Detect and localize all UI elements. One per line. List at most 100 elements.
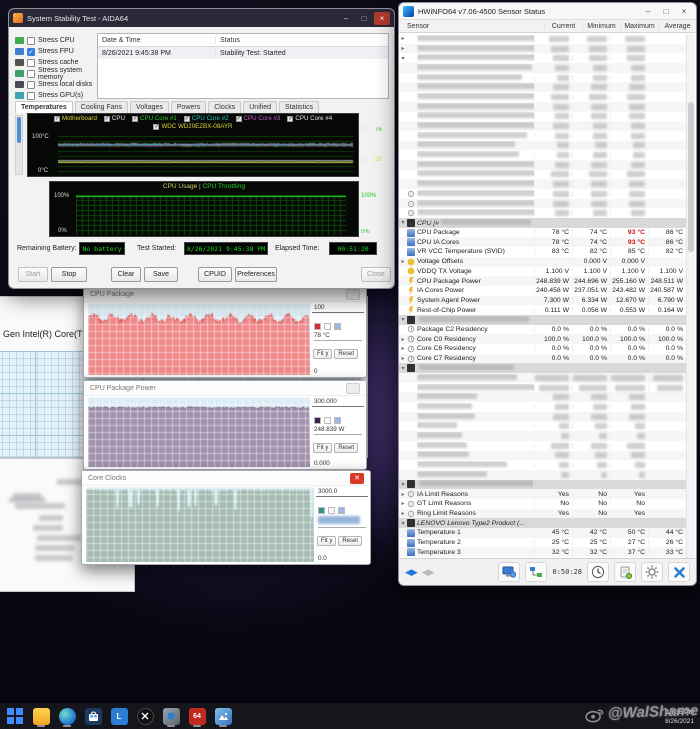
sensor-row[interactable]: ▸ [399, 44, 686, 54]
sensor-row[interactable] [399, 470, 686, 480]
sensor-row[interactable] [399, 170, 686, 180]
legend-item[interactable]: ✓WDC WD20EZBX-08AYR [153, 123, 232, 130]
sensor-row[interactable] [399, 102, 686, 112]
sensor-row[interactable]: Temperature 332 °C32 °C37 °C33 °C [399, 547, 686, 557]
taskbar-icon-lenovo[interactable]: L [106, 704, 132, 728]
hwinfo-scrollbar[interactable] [686, 34, 695, 558]
scrollbar-thumb[interactable] [688, 102, 694, 252]
legend-checkbox[interactable]: ✓ [236, 116, 242, 122]
stress-option-stress-system-memory[interactable]: Stress system memory [15, 68, 99, 79]
sensor-row[interactable] [399, 441, 686, 451]
sensor-row[interactable] [399, 373, 686, 383]
preferences-button[interactable]: Preferences [235, 267, 277, 282]
sensor-row[interactable]: Package C2 Residency0.0 %0.0 %0.0 %0.0 % [399, 325, 686, 335]
minimize-icon[interactable]: – [640, 5, 656, 18]
tab-powers[interactable]: Powers [171, 101, 206, 113]
sensor-row[interactable] [399, 412, 686, 422]
tab-statistics[interactable]: Statistics [279, 101, 319, 113]
stress-option-stress-local-disks[interactable]: Stress local disks [15, 79, 99, 90]
reset-button[interactable]: Reset [334, 349, 358, 359]
expand-icon[interactable]: ▸ [399, 35, 407, 42]
expand-icon[interactable]: ▾ [399, 316, 407, 323]
sensor-row[interactable] [399, 179, 686, 189]
expand-icon[interactable]: ▸ [399, 491, 407, 498]
graph-scrollbar[interactable] [15, 115, 23, 175]
sensor-row[interactable]: System Agent Power7.300 W6.334 W12.670 W… [399, 296, 686, 306]
stress-option-stress-cpu[interactable]: Stress CPU [15, 35, 99, 46]
sensor-row[interactable] [399, 141, 686, 151]
sensor-row[interactable] [399, 208, 686, 218]
network-share-icon[interactable] [525, 562, 547, 582]
expand-icon[interactable]: ▾ [399, 520, 407, 527]
legend-checkbox[interactable]: ✓ [54, 116, 60, 122]
stop-button[interactable]: Stop [51, 267, 87, 282]
color-swatches[interactable] [318, 507, 366, 514]
sensor-row[interactable]: ▸Ring Limit ReasonsYesNoYes [399, 509, 686, 519]
sensor-row[interactable]: CPU Package Power248.839 W244.696 W255.1… [399, 276, 686, 286]
sensor-row[interactable] [399, 63, 686, 73]
sensor-row[interactable]: ▸Voltage Offsets0.000 V0.000 V [399, 257, 686, 267]
stress-checkbox[interactable] [27, 59, 35, 67]
sensor-row[interactable]: Temperature 145 °C42 °C50 °C44 °C [399, 528, 686, 538]
taskbar-icon-hwinfo[interactable] [158, 704, 184, 728]
sensor-row[interactable] [399, 131, 686, 141]
maximize-icon[interactable]: □ [356, 12, 372, 25]
reset-button[interactable]: Reset [334, 443, 358, 453]
sensor-row[interactable] [399, 189, 686, 199]
maximize-icon[interactable]: □ [658, 5, 674, 18]
expand-icon[interactable]: ▾ [399, 481, 407, 488]
legend-item[interactable]: ✓Motherboard [54, 115, 97, 122]
expand-icon[interactable]: ▸ [399, 500, 407, 507]
column-header-average[interactable]: Average [658, 23, 696, 30]
clear-button[interactable]: Clear [111, 267, 141, 282]
graph-window-core-clocks[interactable]: Core Clocks✕3000.0Fit yReset0.0 [81, 470, 371, 565]
tab-clocks[interactable]: Clocks [208, 101, 241, 113]
settings-gear-icon[interactable] [641, 562, 663, 582]
expand-icon[interactable]: ▸ [399, 258, 407, 265]
expand-icon[interactable]: ▾ [399, 55, 407, 62]
sensor-row[interactable]: CPU IA Cores78 °C74 °C93 °C86 °C [399, 237, 686, 247]
legend-checkbox[interactable]: ✓ [153, 124, 159, 130]
tab-unified[interactable]: Unified [243, 101, 277, 113]
sensor-row[interactable]: ▸GT Limit ReasonsNoNoNo [399, 499, 686, 509]
sensor-row[interactable] [399, 451, 686, 461]
stress-checkbox[interactable] [27, 92, 35, 100]
expand-icon[interactable]: ▾ [399, 219, 407, 226]
legend-checkbox[interactable]: ✓ [287, 116, 293, 122]
expand-icon[interactable]: ▸ [399, 336, 407, 343]
stress-checkbox[interactable] [27, 37, 35, 45]
color-swatch[interactable] [334, 323, 341, 330]
color-swatch[interactable] [324, 323, 331, 330]
column-header-minimum[interactable]: Minimum [582, 23, 620, 30]
remote-monitor-icon[interactable] [498, 562, 520, 582]
sensor-row[interactable] [399, 92, 686, 102]
stability-log-table[interactable]: Date & Time Status 8/26/2021 9:45:38 PM … [97, 33, 389, 99]
column-header-maximum[interactable]: Maximum [620, 23, 658, 30]
sensor-row[interactable]: Rest-of-Chip Power0.111 W0.056 W0.553 W0… [399, 305, 686, 315]
sensor-row[interactable]: ▸Core C6 Residency0.0 %0.0 %0.0 %0.0 % [399, 344, 686, 354]
stress-checkbox[interactable]: ✓ [27, 48, 35, 56]
reset-button[interactable]: Reset [338, 536, 362, 546]
sensor-row[interactable] [399, 392, 686, 402]
legend-item[interactable]: ✓CPU Core #2 [184, 115, 229, 122]
fit-y-button[interactable]: Fit y [313, 443, 332, 453]
legend-checkbox[interactable]: ✓ [104, 116, 110, 122]
tab-cooling-fans[interactable]: Cooling Fans [75, 101, 128, 113]
minimize-icon[interactable]: – [338, 12, 354, 25]
sensor-row[interactable] [399, 112, 686, 122]
save-button[interactable]: Save [144, 267, 178, 282]
expand-icon[interactable]: ▸ [399, 510, 407, 517]
log-row[interactable]: 8/26/2021 9:45:38 PM Stability Test: Sta… [98, 47, 388, 59]
sensor-row[interactable] [399, 82, 686, 92]
close-icon[interactable]: × [676, 5, 692, 18]
color-swatch[interactable] [338, 507, 345, 514]
sensor-row[interactable] [399, 73, 686, 83]
sensor-row[interactable]: ▸Core C0 Residency100.0 %100.0 %100.0 %1… [399, 334, 686, 344]
hwinfo-column-headers[interactable]: SensorCurrentMinimumMaximumAverage [399, 20, 696, 33]
stress-option-stress-fpu[interactable]: ✓Stress FPU [15, 46, 99, 57]
legend-item[interactable]: ✓CPU Core #3 [236, 115, 281, 122]
close-icon[interactable]: ✕ [350, 473, 364, 484]
taskbar-icon-photos[interactable] [210, 704, 236, 728]
sensor-row[interactable] [399, 402, 686, 412]
legend-item[interactable]: ✓CPU Core #4 [287, 115, 332, 122]
